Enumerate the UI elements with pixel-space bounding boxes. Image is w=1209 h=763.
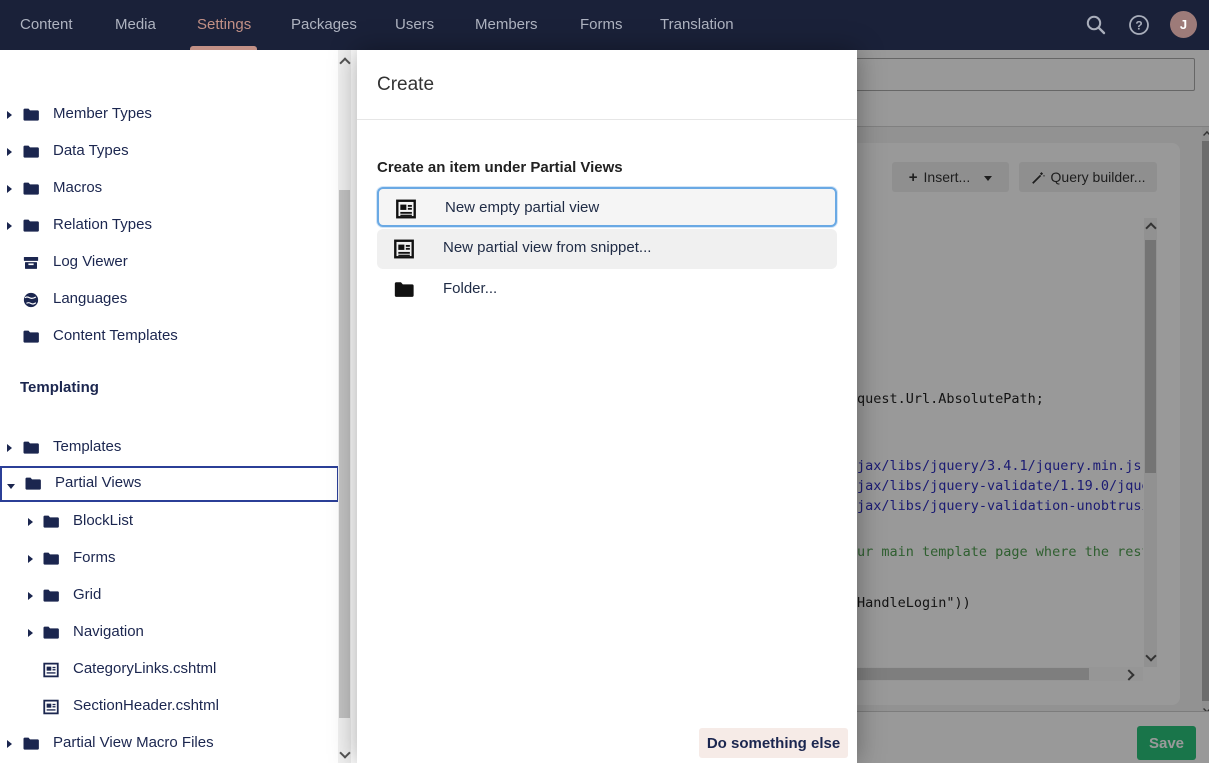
chevron-right-icon[interactable] bbox=[28, 592, 33, 600]
tree-item-label: BlockList bbox=[73, 512, 133, 529]
folder-icon bbox=[22, 217, 40, 235]
sidebar-item-macros[interactable]: Macros bbox=[0, 171, 339, 207]
partial-view-document-icon bbox=[42, 698, 60, 716]
nav-item-settings[interactable]: Settings bbox=[197, 0, 251, 50]
option-folder[interactable]: Folder... bbox=[377, 270, 837, 310]
nav-item-content[interactable]: Content bbox=[20, 0, 73, 50]
chevron-right-icon[interactable] bbox=[7, 222, 12, 230]
create-dialog: Create Create an item under Partial View… bbox=[357, 50, 857, 763]
folder-icon bbox=[393, 279, 415, 301]
tree-item-label: Partial Views bbox=[55, 474, 141, 491]
tree-item-label: Partial View Macro Files bbox=[53, 734, 214, 751]
nav-item-media[interactable]: Media bbox=[115, 0, 156, 50]
folder-icon bbox=[22, 439, 40, 457]
settings-tree-sidebar: Member Types Data Types Macros Relation … bbox=[0, 50, 357, 763]
chevron-right-icon[interactable] bbox=[7, 185, 12, 193]
tree-item-label: Templates bbox=[53, 438, 121, 455]
search-icon[interactable] bbox=[1085, 14, 1107, 36]
nav-item-forms[interactable]: Forms bbox=[580, 0, 623, 50]
svg-text:?: ? bbox=[1135, 19, 1142, 33]
sidebar-item-partial-view-macro-files[interactable]: Partial View Macro Files bbox=[0, 726, 339, 762]
tree-item-label: Grid bbox=[73, 586, 101, 603]
sidebar-item-relation-types[interactable]: Relation Types bbox=[0, 208, 339, 244]
option-label: New empty partial view bbox=[445, 199, 599, 216]
option-label: Folder... bbox=[443, 280, 497, 297]
tree-item-label: Member Types bbox=[53, 105, 152, 122]
sidebar-item-data-types[interactable]: Data Types bbox=[0, 134, 339, 170]
scroll-down-icon[interactable] bbox=[339, 747, 350, 758]
folder-icon bbox=[22, 328, 40, 346]
dialog-subtitle: Create an item under Partial Views bbox=[377, 159, 623, 176]
tree-item-label: Macros bbox=[53, 179, 102, 196]
option-label: New partial view from snippet... bbox=[443, 239, 651, 256]
top-navigation-bar: Content Media Settings Packages Users Me… bbox=[0, 0, 1209, 50]
partial-view-document-icon bbox=[393, 238, 415, 260]
tree-item-label: Forms bbox=[73, 549, 116, 566]
folder-icon bbox=[42, 587, 60, 605]
folder-icon bbox=[22, 106, 40, 124]
chevron-right-icon[interactable] bbox=[7, 111, 12, 119]
sidebar-item-sectionheader[interactable]: SectionHeader.cshtml bbox=[0, 689, 339, 725]
sidebar-item-content-templates[interactable]: Content Templates bbox=[0, 319, 339, 355]
folder-icon bbox=[22, 735, 40, 753]
folder-icon bbox=[22, 143, 40, 161]
folder-icon bbox=[42, 624, 60, 642]
scroll-up-icon[interactable] bbox=[339, 57, 350, 68]
tree-item-label: CategoryLinks.cshtml bbox=[73, 660, 216, 677]
sidebar-item-member-types[interactable]: Member Types bbox=[0, 97, 339, 133]
tree-section-heading: Templating bbox=[20, 379, 99, 396]
tree-item-label: SectionHeader.cshtml bbox=[73, 697, 219, 714]
sidebar-item-categorylinks[interactable]: CategoryLinks.cshtml bbox=[0, 652, 339, 688]
sidebar-scrollbar-thumb[interactable] bbox=[339, 190, 350, 718]
chevron-right-icon[interactable] bbox=[28, 555, 33, 563]
divider bbox=[357, 119, 857, 120]
sidebar-item-navigation[interactable]: Navigation bbox=[0, 615, 339, 651]
app-window: Content Media Settings Packages Users Me… bbox=[0, 0, 1209, 763]
sidebar-item-log-viewer[interactable]: Log Viewer bbox=[0, 245, 339, 281]
archive-box-icon bbox=[22, 254, 40, 272]
sidebar-item-partial-views[interactable]: Partial Views bbox=[0, 466, 339, 502]
nav-item-users[interactable]: Users bbox=[395, 0, 434, 50]
partial-view-document-icon bbox=[42, 661, 60, 679]
chevron-right-icon[interactable] bbox=[7, 444, 12, 452]
sidebar-item-forms[interactable]: Forms bbox=[0, 541, 339, 577]
chevron-right-icon[interactable] bbox=[7, 740, 12, 748]
partial-view-document-icon bbox=[395, 198, 417, 220]
sidebar-item-languages[interactable]: Languages bbox=[0, 282, 339, 318]
tree-item-label: Content Templates bbox=[53, 327, 178, 344]
chevron-right-icon[interactable] bbox=[28, 518, 33, 526]
folder-icon bbox=[42, 550, 60, 568]
folder-icon bbox=[24, 475, 42, 493]
tree-item-label: Log Viewer bbox=[53, 253, 128, 270]
chevron-down-icon[interactable] bbox=[7, 484, 15, 489]
dialog-title: Create bbox=[377, 74, 434, 96]
sidebar-item-templates[interactable]: Templates bbox=[0, 430, 339, 466]
tree-item-label: Data Types bbox=[53, 142, 129, 159]
help-icon[interactable]: ? bbox=[1128, 14, 1150, 36]
option-new-empty-partial-view[interactable]: New empty partial view bbox=[377, 187, 837, 227]
folder-icon bbox=[42, 513, 60, 531]
globe-icon bbox=[22, 291, 40, 309]
sidebar-item-blocklist[interactable]: BlockList bbox=[0, 504, 339, 540]
tree-item-label: Relation Types bbox=[53, 216, 152, 233]
tree-item-label: Navigation bbox=[73, 623, 144, 640]
option-new-partial-view-from-snippet[interactable]: New partial view from snippet... bbox=[377, 229, 837, 269]
folder-icon bbox=[22, 180, 40, 198]
do-something-else-button[interactable]: Do something else bbox=[699, 728, 848, 758]
nav-item-translation[interactable]: Translation bbox=[660, 0, 734, 50]
sidebar-scrollbar[interactable] bbox=[338, 50, 351, 763]
chevron-right-icon[interactable] bbox=[28, 629, 33, 637]
nav-item-packages[interactable]: Packages bbox=[291, 0, 357, 50]
user-avatar[interactable]: J bbox=[1170, 11, 1197, 38]
chevron-right-icon[interactable] bbox=[7, 148, 12, 156]
nav-item-members[interactable]: Members bbox=[475, 0, 538, 50]
tree-item-label: Languages bbox=[53, 290, 127, 307]
sidebar-item-grid[interactable]: Grid bbox=[0, 578, 339, 614]
